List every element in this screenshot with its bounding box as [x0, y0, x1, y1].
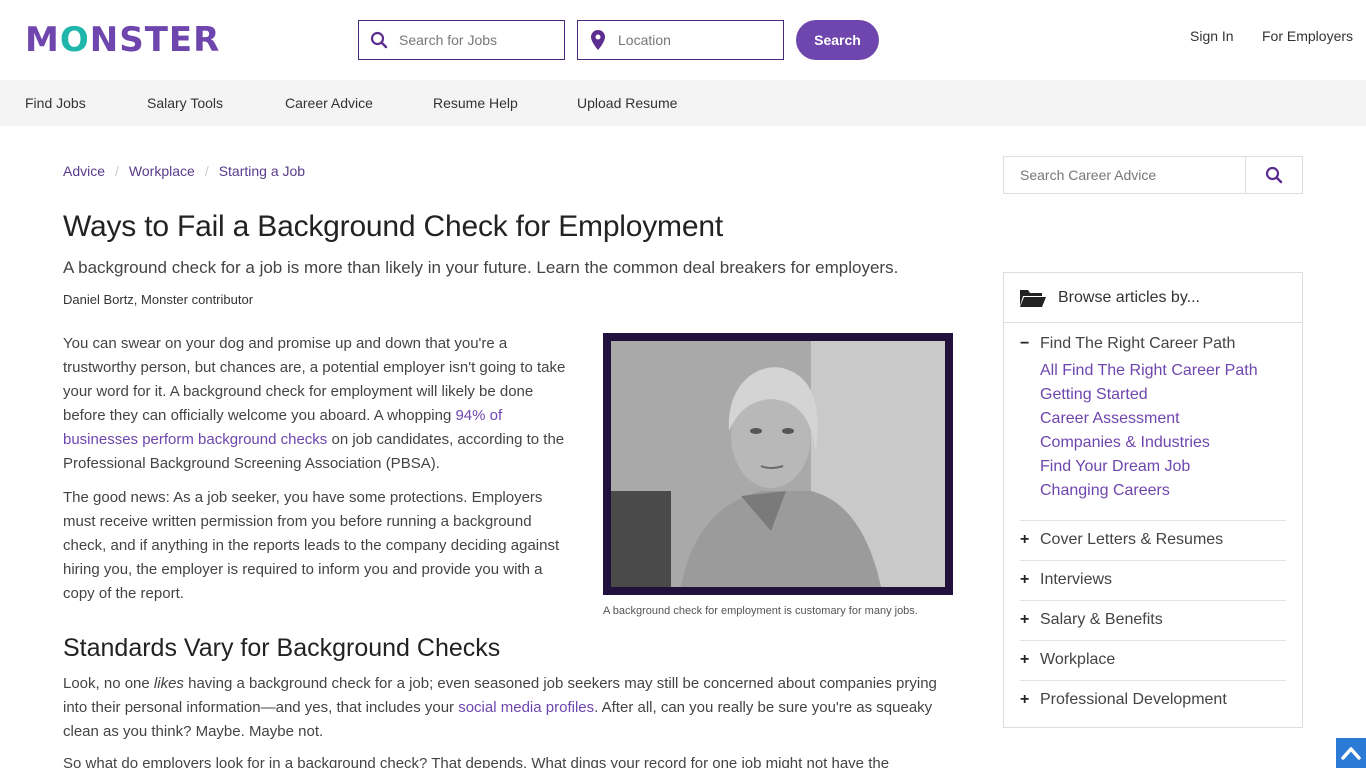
breadcrumb-separator: /	[115, 163, 119, 179]
main-nav: Find Jobs Salary Tools Career Advice Res…	[0, 80, 1366, 126]
career-advice-search-input[interactable]	[1004, 157, 1245, 193]
divider	[1020, 640, 1286, 641]
divider	[1020, 520, 1286, 521]
site-header: MONSTER Search Sign In For Employers	[0, 0, 1366, 80]
subcategory-link[interactable]: Changing Careers	[1040, 479, 1286, 503]
search-icon	[359, 31, 399, 49]
scroll-to-top-button[interactable]	[1336, 738, 1366, 768]
breadcrumb: Advice / Workplace / Starting a Job	[63, 163, 305, 179]
paragraph-text: Look, no one	[63, 675, 154, 692]
category-label: Interviews	[1040, 571, 1113, 588]
subcategory-link[interactable]: Getting Started	[1040, 383, 1286, 407]
sign-in-link[interactable]: Sign In	[1190, 28, 1234, 44]
nav-find-jobs[interactable]: Find Jobs	[25, 95, 86, 111]
category-label: Professional Development	[1040, 691, 1227, 708]
social-media-profiles-link[interactable]: social media profiles	[458, 699, 594, 716]
breadcrumb-separator: /	[204, 163, 209, 179]
category-label: Find The Right Career Path	[1040, 335, 1236, 352]
category-workplace[interactable]: + Workplace	[1020, 651, 1286, 669]
logo-text-rest: NSTER	[89, 20, 221, 60]
subcategory-link[interactable]: Companies & Industries	[1040, 431, 1286, 455]
browse-articles-title: Browse articles by...	[1058, 288, 1200, 306]
subcategory-list: All Find The Right Career Path Getting S…	[1020, 359, 1286, 503]
logo-text-o: O	[59, 20, 90, 60]
article-paragraph-2: The good news: As a job seeker, you have…	[63, 489, 560, 602]
category-toggle[interactable]: − Find The Right Career Path	[1020, 335, 1286, 353]
browse-articles-panel: Browse articles by... − Find The Right C…	[1003, 272, 1303, 728]
subcategory-link[interactable]: Find Your Dream Job	[1040, 455, 1286, 479]
nav-career-advice[interactable]: Career Advice	[285, 95, 373, 111]
location-pin-icon	[578, 30, 618, 50]
subcategory-link[interactable]: All Find The Right Career Path	[1040, 359, 1286, 383]
category-professional-development[interactable]: + Professional Development	[1020, 691, 1286, 709]
divider	[1020, 600, 1286, 601]
article-title: Ways to Fail a Background Check for Empl…	[63, 210, 723, 243]
job-search-input[interactable]	[399, 32, 549, 48]
article-figure	[603, 333, 953, 595]
chevron-up-icon	[1341, 746, 1361, 760]
plus-icon: +	[1020, 691, 1030, 708]
category-label: Cover Letters & Resumes	[1040, 531, 1224, 548]
location-field[interactable]	[577, 20, 784, 60]
category-cover-letters-resumes[interactable]: + Cover Letters & Resumes	[1020, 531, 1286, 549]
article-subtitle: A background check for a job is more tha…	[63, 258, 899, 277]
category-find-right-career-path: − Find The Right Career Path All Find Th…	[1020, 335, 1286, 503]
article-paragraph-3: Look, no one likes having a background c…	[63, 672, 943, 744]
monster-logo[interactable]: MONSTER	[25, 22, 220, 58]
article-author: Daniel Bortz, Monster contributor	[63, 292, 254, 307]
figure-caption: A background check for employment is cus…	[603, 605, 918, 617]
plus-icon: +	[1020, 571, 1030, 588]
job-search-field[interactable]	[358, 20, 565, 60]
minus-icon: −	[1020, 335, 1030, 352]
divider	[1020, 560, 1286, 561]
emphasis-text: likes	[153, 675, 184, 692]
search-button[interactable]: Search	[796, 20, 879, 60]
breadcrumb-workplace[interactable]: Workplace	[129, 163, 195, 179]
category-salary-benefits[interactable]: + Salary & Benefits	[1020, 611, 1286, 629]
search-icon	[1265, 166, 1283, 184]
career-advice-search-button[interactable]	[1245, 157, 1302, 193]
career-advice-search	[1003, 156, 1303, 194]
divider	[1020, 680, 1286, 681]
folder-open-icon	[1020, 288, 1046, 308]
category-interviews[interactable]: + Interviews	[1020, 571, 1286, 589]
plus-icon: +	[1020, 611, 1030, 628]
for-employers-link[interactable]: For Employers	[1262, 28, 1353, 44]
section-heading: Standards Vary for Background Checks	[63, 634, 501, 662]
browse-articles-header: Browse articles by...	[1004, 273, 1302, 323]
subcategory-link[interactable]: Career Assessment	[1040, 407, 1286, 431]
breadcrumb-starting-a-job[interactable]: Starting a Job	[219, 163, 305, 179]
category-label: Salary & Benefits	[1040, 611, 1163, 628]
location-input[interactable]	[618, 32, 768, 48]
woman-portrait-photo	[611, 341, 945, 587]
nav-upload-resume[interactable]: Upload Resume	[577, 95, 677, 111]
logo-text-m: M	[25, 20, 60, 60]
breadcrumb-advice[interactable]: Advice	[63, 163, 105, 179]
article-paragraph-4: So what do employers look for in a backg…	[63, 755, 890, 768]
nav-resume-help[interactable]: Resume Help	[433, 95, 518, 111]
plus-icon: +	[1020, 651, 1030, 668]
plus-icon: +	[1020, 531, 1030, 548]
category-label: Workplace	[1040, 651, 1116, 668]
nav-salary-tools[interactable]: Salary Tools	[147, 95, 223, 111]
article-paragraph-1: You can swear on your dog and promise up…	[63, 332, 578, 476]
